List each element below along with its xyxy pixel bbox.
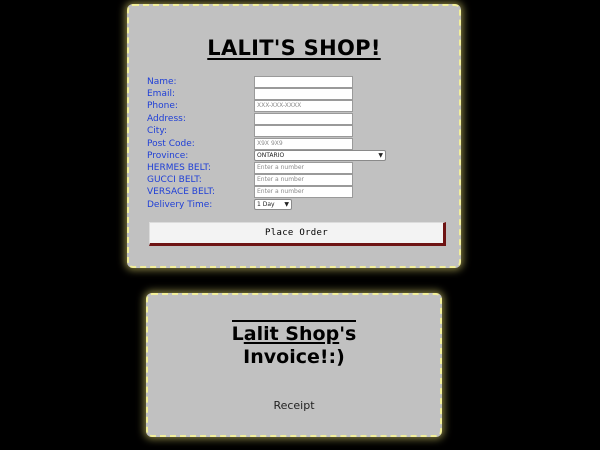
invoice-title: Lalit Shop's Invoice!:) <box>148 320 440 369</box>
receipt-label: Receipt <box>273 399 315 412</box>
invoice-title-shop-name: alit Shop <box>243 323 340 345</box>
phone-field[interactable]: XXX-XXX-XXXX <box>254 100 353 112</box>
hermes-belt-label: HERMES BELT: <box>147 163 211 173</box>
delivery-time-value: 1 Day <box>257 201 275 208</box>
address-field[interactable] <box>254 113 353 125</box>
province-value: ONTARIO <box>257 152 285 159</box>
delivery-time-select[interactable]: 1 Day ▼ <box>254 199 292 210</box>
phone-label: Phone: <box>147 101 178 111</box>
name-field[interactable] <box>254 76 353 88</box>
invoice-title-possessive: 's <box>339 323 357 345</box>
email-field[interactable] <box>254 88 353 100</box>
province-label: Province: <box>147 151 189 161</box>
invoice-title-line2: Invoice!:) <box>243 346 345 368</box>
city-label: City: <box>147 126 168 136</box>
post-code-field[interactable]: X9X 9X9 <box>254 138 353 150</box>
name-label: Name: <box>147 77 177 87</box>
invoice-title-initial: L <box>231 323 244 345</box>
invoice-panel: Lalit Shop's Invoice!:) Receipt <box>146 293 442 437</box>
province-select[interactable]: ONTARIO ▼ <box>254 150 386 161</box>
post-code-label: Post Code: <box>147 139 195 149</box>
place-order-button[interactable]: Place Order <box>149 222 446 246</box>
gucci-belt-label: GUCCI BELT: <box>147 175 202 185</box>
gucci-belt-quantity[interactable]: Enter a number <box>254 174 353 186</box>
chevron-down-icon: ▼ <box>284 201 289 208</box>
address-label: Address: <box>147 114 186 124</box>
city-field[interactable] <box>254 125 353 137</box>
order-form-panel: LALIT'S SHOP! Name: Email: Phone: XXX-XX… <box>127 4 461 268</box>
versace-belt-quantity[interactable]: Enter a number <box>254 186 353 198</box>
delivery-time-label: Delivery Time: <box>147 200 213 210</box>
hermes-belt-quantity[interactable]: Enter a number <box>254 162 353 174</box>
email-label: Email: <box>147 89 176 99</box>
versace-belt-label: VERSACE BELT: <box>147 187 215 197</box>
invoice-title-line1: Lalit Shop's <box>231 320 357 346</box>
chevron-down-icon: ▼ <box>378 152 383 159</box>
shop-title: LALIT'S SHOP! <box>207 36 381 60</box>
